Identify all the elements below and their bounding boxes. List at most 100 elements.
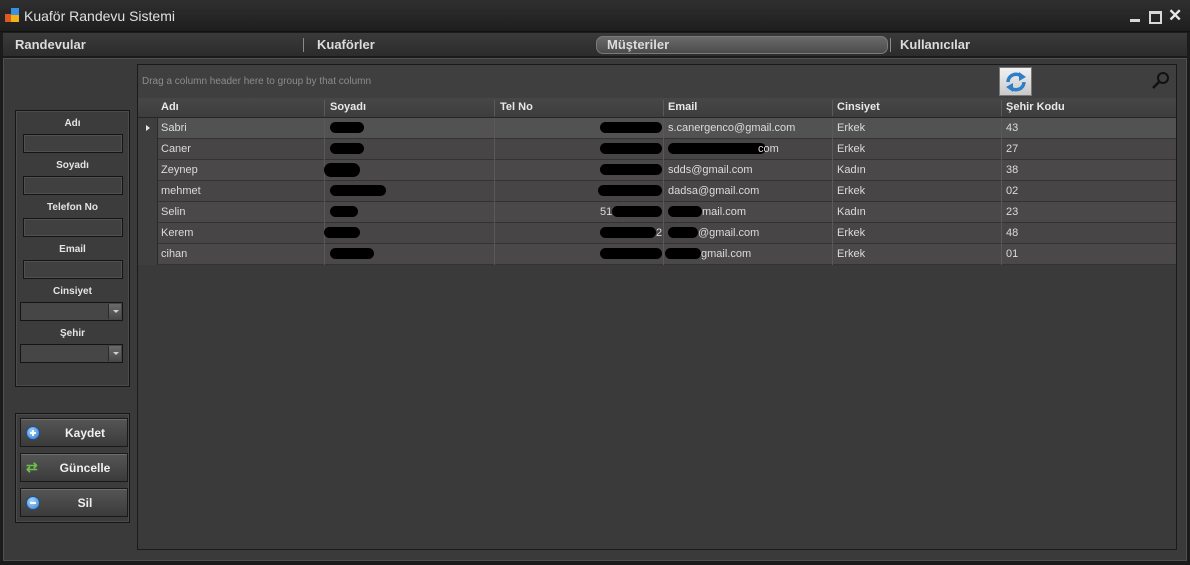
cell-gender: Kadın bbox=[837, 164, 866, 176]
cell-divider bbox=[494, 181, 495, 202]
last-name-field[interactable] bbox=[23, 176, 123, 195]
group-hint: Drag a column header here to group by th… bbox=[142, 76, 372, 87]
delete-button-label: Sil bbox=[77, 496, 93, 510]
phone-field[interactable] bbox=[23, 218, 123, 237]
cell-gender: Kadın bbox=[837, 206, 866, 218]
save-button[interactable]: Kaydet bbox=[20, 418, 128, 447]
row-indicator bbox=[138, 223, 158, 244]
table-row[interactable]: Caner com Erkek 27 bbox=[138, 139, 1176, 160]
current-row-arrow-icon bbox=[146, 125, 150, 131]
column-header-phone[interactable]: Tel No bbox=[500, 101, 533, 113]
cell-email: com bbox=[758, 143, 779, 155]
cell-divider bbox=[832, 202, 833, 223]
maximize-icon[interactable] bbox=[1148, 9, 1162, 24]
close-icon[interactable]: ✕ bbox=[1168, 7, 1182, 24]
column-header-gender[interactable]: Cinsiyet bbox=[837, 101, 880, 113]
remove-icon bbox=[26, 496, 40, 510]
cell-name: cihan bbox=[161, 248, 188, 260]
redaction-mark bbox=[324, 227, 360, 238]
phone-label: Telefon No bbox=[47, 202, 98, 213]
cell-divider bbox=[494, 202, 495, 223]
group-panel[interactable]: Drag a column header here to group by th… bbox=[138, 65, 1176, 98]
table-row[interactable]: Selin 51 mail.com Kadın 23 bbox=[138, 202, 1176, 223]
cell-name: Selin bbox=[161, 206, 186, 218]
cell-divider bbox=[663, 244, 664, 265]
menu-item-kuaforler[interactable]: Kuaförler bbox=[317, 37, 375, 52]
table-row[interactable]: mehmet dadsa@gmail.com Erkek 02 bbox=[138, 181, 1176, 202]
cell-divider bbox=[1001, 202, 1002, 223]
cell-name: Sabri bbox=[161, 122, 187, 134]
menu-item-kullanicilar[interactable]: Kullanıcılar bbox=[900, 37, 970, 52]
cell-divider bbox=[663, 139, 664, 160]
delete-button[interactable]: Sil bbox=[20, 488, 128, 517]
cell-phone: 51 bbox=[600, 206, 613, 218]
cell-email: mail.com bbox=[702, 206, 747, 218]
table-row[interactable]: cihan gmail.com Erkek 01 bbox=[138, 244, 1176, 265]
chevron-down-icon[interactable] bbox=[108, 346, 121, 361]
last-name-label: Soyadı bbox=[56, 160, 89, 171]
update-button-label: Güncelle bbox=[59, 461, 111, 475]
cell-divider bbox=[1001, 244, 1002, 265]
cell-divider bbox=[494, 139, 495, 160]
save-button-label: Kaydet bbox=[64, 426, 105, 440]
chevron-down-icon[interactable] bbox=[108, 304, 121, 319]
column-divider bbox=[663, 100, 664, 116]
cell-divider bbox=[832, 244, 833, 265]
column-header-name[interactable]: Adı bbox=[161, 101, 179, 113]
minimize-icon[interactable] bbox=[1128, 9, 1142, 23]
column-divider bbox=[494, 100, 495, 116]
first-name-label: Adı bbox=[64, 118, 81, 129]
redaction-mark bbox=[668, 206, 702, 217]
cell-email: gmail.com bbox=[701, 248, 752, 260]
redaction-mark bbox=[612, 206, 662, 217]
cell-divider bbox=[494, 118, 495, 139]
cell-city-code: 48 bbox=[1006, 227, 1019, 239]
refresh-button[interactable] bbox=[999, 67, 1032, 96]
title-bar: Kuaför Randevu Sistemi ✕ bbox=[0, 0, 1190, 32]
email-field[interactable] bbox=[23, 260, 123, 279]
update-button[interactable]: ⇄ Güncelle bbox=[20, 453, 128, 482]
gender-select[interactable] bbox=[20, 302, 123, 321]
window-title: Kuaför Randevu Sistemi bbox=[24, 8, 175, 24]
search-button[interactable] bbox=[1151, 71, 1171, 91]
cell-divider bbox=[663, 223, 664, 244]
cell-gender: Erkek bbox=[837, 143, 866, 155]
redaction-mark bbox=[330, 122, 364, 133]
column-divider bbox=[1001, 100, 1002, 116]
cell-email: @gmail.com bbox=[698, 227, 760, 239]
table-row[interactable]: Zeynep sdds@gmail.com Kadın 38 bbox=[138, 160, 1176, 181]
cell-divider bbox=[832, 139, 833, 160]
menu-separator bbox=[890, 38, 891, 52]
row-indicator bbox=[138, 160, 158, 181]
cell-divider bbox=[494, 223, 495, 244]
column-header-city-code[interactable]: Şehir Kodu bbox=[1006, 101, 1065, 113]
redaction-mark bbox=[665, 248, 701, 259]
city-label: Şehir bbox=[59, 328, 85, 339]
column-divider bbox=[832, 100, 833, 116]
first-name-field[interactable] bbox=[23, 134, 123, 153]
cell-divider bbox=[1001, 223, 1002, 244]
cell-divider bbox=[324, 181, 325, 202]
column-header-surname[interactable]: Soyadı bbox=[330, 101, 366, 113]
cell-name: Zeynep bbox=[161, 164, 198, 176]
cell-divider bbox=[832, 181, 833, 202]
cell-city-code: 23 bbox=[1006, 206, 1019, 218]
redaction-mark bbox=[600, 122, 662, 133]
menu-item-musteriler[interactable]: Müşteriler bbox=[607, 37, 669, 52]
table-row[interactable]: Kerem 2 @gmail.com Erkek 48 bbox=[138, 223, 1176, 244]
cell-name: Kerem bbox=[161, 227, 194, 239]
table-row[interactable]: Sabri s.canergenco@gmail.com Erkek 43 bbox=[138, 118, 1176, 139]
cell-gender: Erkek bbox=[837, 227, 866, 239]
cell-gender: Erkek bbox=[837, 122, 866, 134]
refresh-icon: ⇄ bbox=[26, 459, 38, 475]
city-select[interactable] bbox=[20, 344, 123, 363]
cell-divider bbox=[663, 160, 664, 181]
search-icon bbox=[1152, 72, 1169, 89]
cell-divider bbox=[832, 118, 833, 139]
redaction-mark bbox=[324, 163, 360, 177]
column-header-email[interactable]: Email bbox=[668, 101, 697, 113]
cell-divider bbox=[1001, 118, 1002, 139]
cell-email: sdds@gmail.com bbox=[668, 164, 753, 176]
cell-gender: Erkek bbox=[837, 248, 866, 260]
menu-item-randevular[interactable]: Randevular bbox=[15, 37, 86, 52]
